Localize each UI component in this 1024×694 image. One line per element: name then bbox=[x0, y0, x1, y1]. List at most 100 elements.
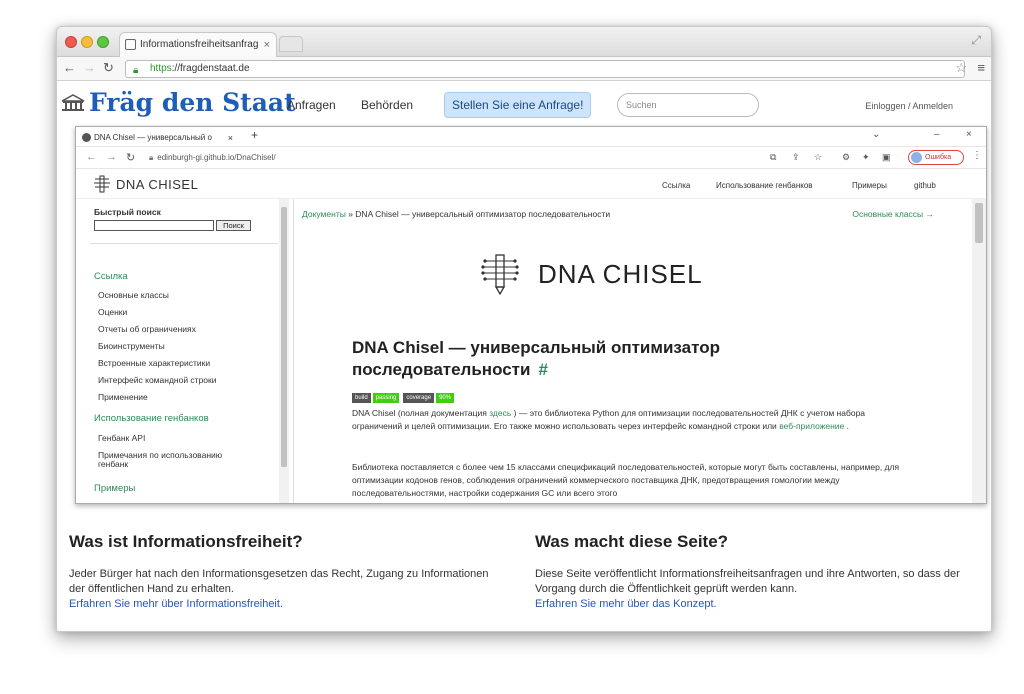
fullscreen-icon[interactable]: ⤢ bbox=[971, 33, 981, 48]
heading-anchor-link[interactable]: # bbox=[538, 360, 547, 379]
inner-address-bar: ← → ↻ 🔒︎ edinburgh-gi.github.io/DnaChisel… bbox=[76, 147, 986, 169]
inner-kebab-icon[interactable]: ⋮ bbox=[972, 150, 982, 161]
info-right-body: Diese Seite veröffentlicht Informationsf… bbox=[535, 568, 960, 595]
maximize-window-button[interactable] bbox=[97, 36, 109, 48]
extension-icon[interactable]: ⚙ bbox=[842, 152, 850, 163]
docs-here-link[interactable]: здесь bbox=[489, 408, 511, 418]
sidebar-item[interactable]: Оценки bbox=[98, 307, 127, 317]
features-paragraph: Библиотека поставляется с более чем 15 к… bbox=[352, 462, 900, 498]
top-link-reference[interactable]: Ссылка bbox=[662, 181, 690, 190]
intro-text-c: . bbox=[846, 421, 850, 431]
avatar bbox=[911, 152, 922, 163]
sidebar-item[interactable]: Генбанк API bbox=[98, 433, 145, 443]
back-icon[interactable]: ← bbox=[63, 60, 76, 75]
sidebar-scroll-thumb[interactable] bbox=[281, 207, 287, 467]
inner-tab[interactable]: DNA Chisel — универсальный о × bbox=[80, 129, 235, 147]
divider bbox=[90, 243, 278, 244]
sidebar-section-examples[interactable]: Примеры bbox=[94, 483, 135, 494]
inner-close-window-icon[interactable]: × bbox=[966, 129, 972, 140]
sidebar-section-reference[interactable]: Ссылка bbox=[94, 271, 128, 282]
minimize-window-button[interactable] bbox=[81, 36, 93, 48]
menu-icon[interactable]: ≡ bbox=[977, 60, 985, 75]
inner-close-tab-icon[interactable]: × bbox=[228, 129, 233, 147]
nav-behoerden[interactable]: Behörden bbox=[361, 98, 413, 112]
share-icon[interactable]: ⇪ bbox=[792, 152, 800, 163]
sidebar-item[interactable]: Биоинструменты bbox=[98, 341, 165, 351]
inner-forward-icon[interactable]: → bbox=[106, 151, 117, 163]
docs-logo[interactable]: DNA CHISEL bbox=[92, 175, 198, 193]
intro-paragraph: DNA Chisel (полная документация здесь ) … bbox=[352, 407, 912, 433]
close-window-button[interactable] bbox=[65, 36, 77, 48]
building-favicon-icon bbox=[125, 39, 136, 50]
new-tab-button[interactable] bbox=[279, 36, 303, 52]
hero-text: DNA CHISEL bbox=[538, 259, 703, 289]
page-title-text: DNA Chisel — универсальный оптимизатор п… bbox=[352, 338, 720, 379]
info-right-text: Diese Seite veröffentlicht Informationsf… bbox=[535, 567, 979, 612]
sidebar-item[interactable]: генбанк bbox=[98, 459, 128, 469]
sidebar-item[interactable]: Применение bbox=[98, 392, 148, 402]
close-tab-icon[interactable]: × bbox=[264, 33, 270, 57]
info-right-title: Was macht diese Seite? bbox=[535, 532, 729, 551]
forward-icon[interactable]: → bbox=[83, 60, 96, 75]
sidebar-section-genbank[interactable]: Использование генбанков bbox=[94, 413, 209, 424]
next-page-link[interactable]: Основные классы → bbox=[852, 209, 934, 219]
top-link-github[interactable]: github bbox=[914, 181, 936, 190]
quick-search-button[interactable]: Поиск bbox=[216, 220, 251, 231]
navigation-bar: ← → ↻ 🔒︎ https://fragdenstaat.de ☆ ≡ bbox=[57, 57, 991, 81]
main-scrollbar[interactable] bbox=[972, 199, 986, 503]
site-logo[interactable]: Fräg den Staat bbox=[61, 88, 296, 117]
address-bar[interactable]: 🔒︎ https://fragdenstaat.de bbox=[125, 60, 965, 78]
site-search-input[interactable]: Suchen bbox=[617, 93, 759, 117]
top-link-examples[interactable]: Примеры bbox=[852, 181, 887, 190]
login-link[interactable]: Einloggen / Anmelden bbox=[865, 101, 953, 111]
title-bar: Informationsfreiheitsanfrag × ⤢ bbox=[57, 27, 991, 57]
sidebar-item[interactable]: Интерфейс командной строки bbox=[98, 375, 217, 385]
page-title: DNA Chisel — универсальный оптимизатор п… bbox=[352, 337, 892, 381]
breadcrumb-docs-link[interactable]: Документы bbox=[302, 209, 346, 219]
main-scroll-thumb[interactable] bbox=[975, 203, 983, 243]
badge-coverage-value[interactable]: 90% bbox=[436, 393, 455, 403]
docs-main: Документы » DNA Chisel — универсальный о… bbox=[294, 199, 972, 503]
puzzle-icon[interactable]: ✦ bbox=[862, 152, 870, 163]
badge-coverage-label[interactable]: coverage bbox=[403, 393, 435, 403]
inner-url-text: edinburgh-gi.github.io/DnaChisel/ bbox=[157, 153, 276, 162]
info-right-link[interactable]: Erfahren Sie mehr über das Konzept. bbox=[535, 598, 717, 610]
info-left-link[interactable]: Erfahren Sie mehr über Informationsfreih… bbox=[69, 598, 283, 610]
new-request-button[interactable]: Stellen Sie eine Anfrage! bbox=[444, 92, 592, 118]
inner-reload-icon[interactable]: ↻ bbox=[126, 151, 135, 164]
inner-tab-strip: DNA Chisel — универсальный о × + ⌄ – × bbox=[76, 127, 986, 147]
sidebar-item[interactable]: Отчеты об ограничениях bbox=[98, 324, 196, 334]
inner-new-tab-icon[interactable]: + bbox=[251, 128, 258, 142]
intro-text-a: DNA Chisel (полная документация bbox=[352, 408, 487, 418]
inner-chevron-down-icon[interactable]: ⌄ bbox=[872, 129, 880, 140]
badge-build-label[interactable]: build bbox=[352, 393, 371, 403]
info-left-text: Jeder Bürger hat nach den Informationsge… bbox=[69, 567, 489, 612]
sidebar-item[interactable]: Основные классы bbox=[98, 290, 169, 300]
translate-icon[interactable]: ⧉ bbox=[770, 152, 776, 163]
profile-error-badge[interactable]: Ошибка bbox=[908, 150, 964, 165]
breadcrumb-current: » DNA Chisel — универсальный оптимизатор… bbox=[348, 209, 611, 219]
inner-url[interactable]: 🔒︎ edinburgh-gi.github.io/DnaChisel/ bbox=[149, 153, 276, 163]
inner-star-icon[interactable]: ☆ bbox=[814, 152, 822, 163]
quick-search-title: Быстрый поиск bbox=[94, 207, 161, 217]
breadcrumb: Документы » DNA Chisel — универсальный о… bbox=[302, 209, 610, 219]
reload-icon[interactable]: ↻ bbox=[103, 60, 114, 76]
badge-build-value[interactable]: passing bbox=[372, 393, 400, 403]
lock-icon: 🔒︎ bbox=[133, 65, 139, 76]
web-app-link[interactable]: веб-приложение bbox=[779, 421, 844, 431]
url-rest: ://fragdenstaat.de bbox=[171, 63, 250, 74]
browser-window: Informationsfreiheitsanfrag × ⤢ ← → ↻ 🔒︎… bbox=[56, 26, 992, 632]
top-link-genbank[interactable]: Использование генбанков bbox=[716, 181, 813, 190]
site-logo-text: Fräg den Staat bbox=[89, 88, 296, 117]
nav-anfragen[interactable]: Anfragen bbox=[287, 98, 336, 112]
sidebar-item[interactable]: Встроенные характеристики bbox=[98, 358, 210, 368]
browser-tab[interactable]: Informationsfreiheitsanfrag × bbox=[119, 32, 277, 57]
building-icon bbox=[61, 94, 85, 111]
url-scheme: https bbox=[150, 63, 172, 74]
quick-search-input[interactable] bbox=[94, 220, 214, 231]
inner-minimize-icon[interactable]: – bbox=[934, 129, 940, 140]
info-left-title: Was ist Informationsfreiheit? bbox=[69, 532, 303, 551]
sidepanel-icon[interactable]: ▣ bbox=[882, 152, 891, 163]
bookmark-star-icon[interactable]: ☆ bbox=[955, 60, 967, 76]
inner-back-icon[interactable]: ← bbox=[86, 151, 97, 163]
